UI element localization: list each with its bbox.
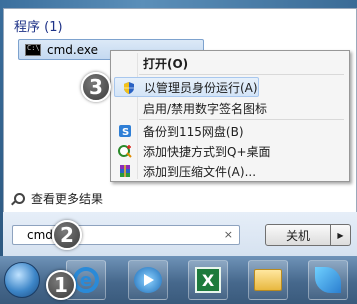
taskbar-media-player[interactable] [128,260,168,300]
search-result-label: cmd.exe [47,42,99,57]
search-icon [14,193,25,204]
context-menu-item-open[interactable]: 打开(O) [111,53,349,73]
step-badge-3: 3 [81,72,111,102]
step-badge-2: 2 [52,220,82,250]
shutdown-button[interactable]: 关机 [265,224,331,246]
clear-search-icon[interactable]: × [224,228,233,241]
taskbar-app[interactable] [308,260,348,300]
taskbar-excel[interactable]: X [188,260,228,300]
start-search-box[interactable]: × [12,225,240,245]
excel-icon: X [195,267,221,293]
context-menu: 打开(O) 以管理员身份运行(A) 启用/禁用数字签名图标 S 备份到115网盘… [110,50,350,182]
context-menu-item-qplus[interactable]: 添加快捷方式到Q+桌面 [111,141,349,161]
context-menu-label: 添加快捷方式到Q+桌面 [143,144,271,159]
step-badge-1: 1 [46,270,76,300]
context-menu-label: 打开(O) [143,56,189,71]
context-menu-label: 启用/禁用数字签名图标 [143,101,268,116]
context-menu-item-backup-115[interactable]: S 备份到115网盘(B) [111,121,349,141]
uac-shield-icon [124,82,134,94]
winrar-icon [120,165,130,177]
media-player-icon [134,267,162,293]
qplus-icon [118,145,132,158]
cmd-icon [25,43,41,56]
115-cloud-icon: S [119,125,131,138]
taskbar-file-explorer[interactable] [248,260,288,300]
context-menu-divider [139,74,344,75]
internet-explorer-icon: e [73,267,99,293]
context-menu-item-run-as-admin[interactable]: 以管理员身份运行(A) [114,77,259,97]
see-more-results-link[interactable]: 查看更多结果 [14,190,103,207]
context-menu-item-signature-icon[interactable]: 启用/禁用数字签名图标 [111,98,349,118]
svg-text:S: S [122,127,129,138]
context-menu-item-add-archive[interactable]: 添加到压缩文件(A)... [111,161,349,181]
see-more-results-label: 查看更多结果 [31,192,104,206]
context-menu-label: 备份到115网盘(B) [143,124,244,139]
context-menu-label: 以管理员身份运行(A) [144,80,258,95]
folder-icon [254,269,282,291]
feather-app-icon [315,267,341,293]
context-menu-divider [139,119,344,120]
context-menu-label: 添加到压缩文件(A)... [143,164,257,179]
shutdown-options-arrow[interactable]: ▶ [331,224,351,246]
programs-section-title: 程序 (1) [14,20,63,35]
start-button[interactable] [4,262,40,298]
